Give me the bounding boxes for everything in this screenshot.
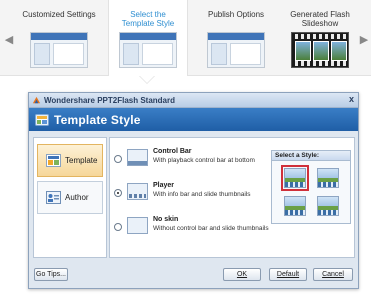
option-control-bar[interactable]: Control Bar With playback control bar at… [114,146,272,176]
style-selector: Select a Style: [271,150,351,224]
style-selector-title: Select a Style: [272,151,350,161]
style-thumbnail[interactable] [317,196,339,216]
step-customized-settings[interactable]: Customized Settings [18,0,100,76]
template-icon [46,154,61,167]
default-button[interactable]: Default [269,268,307,281]
option-description: With playback control bar at bottom [153,157,255,164]
go-tips-button[interactable]: Go Tips... [34,268,68,281]
control-bar-skin-icon [127,149,148,166]
section-header: Template Style [29,108,358,131]
radio-player[interactable] [114,189,122,197]
style-thumbnail[interactable] [284,196,306,216]
sidebar-item-label: Author [65,193,89,202]
option-description: Without control bar and slide thumbnails [153,225,269,232]
no-skin-icon [127,217,148,234]
filmstrip-thumbnail [291,32,349,68]
sidebar-item-template[interactable]: Template [37,144,103,177]
option-name: No skin [153,216,179,223]
option-no-skin[interactable]: No skin Without control bar and slide th… [114,214,272,244]
option-description: With info bar and slide thumbnails [153,191,251,198]
author-card-icon [46,191,61,204]
step-label: Generated Flash Slideshow [290,10,350,28]
step-generated-flash-slideshow[interactable]: Generated Flash Slideshow [280,0,360,76]
step-label: Select the Template Style [121,10,175,28]
dialog-titlebar: Wondershare PPT2Flash Standard x [29,93,358,108]
chevron-right-icon[interactable]: ▶ [358,28,370,50]
style-thumbnail[interactable] [317,168,339,188]
sidebar-item-author[interactable]: Author [37,181,103,214]
skin-options-panel: Control Bar With playback control bar at… [109,137,355,258]
step-thumbnail [30,32,88,68]
close-icon[interactable]: x [349,94,354,104]
step-thumbnail [207,32,265,68]
style-thumbnail-selected[interactable] [281,165,309,191]
option-name: Control Bar [153,148,192,155]
step-carousel: ◀ Customized Settings Select the Templat… [0,0,371,76]
app-logo-icon [32,96,41,103]
cancel-button[interactable]: Cancel [313,268,353,281]
chevron-left-icon[interactable]: ◀ [3,28,15,50]
player-skin-icon [127,183,148,200]
section-title: Template Style [54,112,141,127]
radio-no-skin[interactable] [114,223,122,231]
radio-control-bar[interactable] [114,155,122,163]
template-style-dialog: Wondershare PPT2Flash Standard x Templat… [28,92,359,289]
step-label: Customized Settings [22,10,96,19]
option-player[interactable]: Player With info bar and slide thumbnail… [114,180,272,210]
sidebar-item-label: Template [65,156,98,165]
option-name: Player [153,182,175,189]
step-publish-options[interactable]: Publish Options [196,0,276,76]
step-label: Publish Options [207,10,265,19]
ok-button[interactable]: OK [223,268,261,281]
template-icon [35,114,49,125]
step-thumbnail [119,32,177,68]
dialog-sidebar: Template Author [33,137,107,258]
active-step-pointer [140,76,154,83]
dialog-title: Wondershare PPT2Flash Standard [44,95,175,105]
step-select-template-style[interactable]: Select the Template Style [108,0,188,76]
